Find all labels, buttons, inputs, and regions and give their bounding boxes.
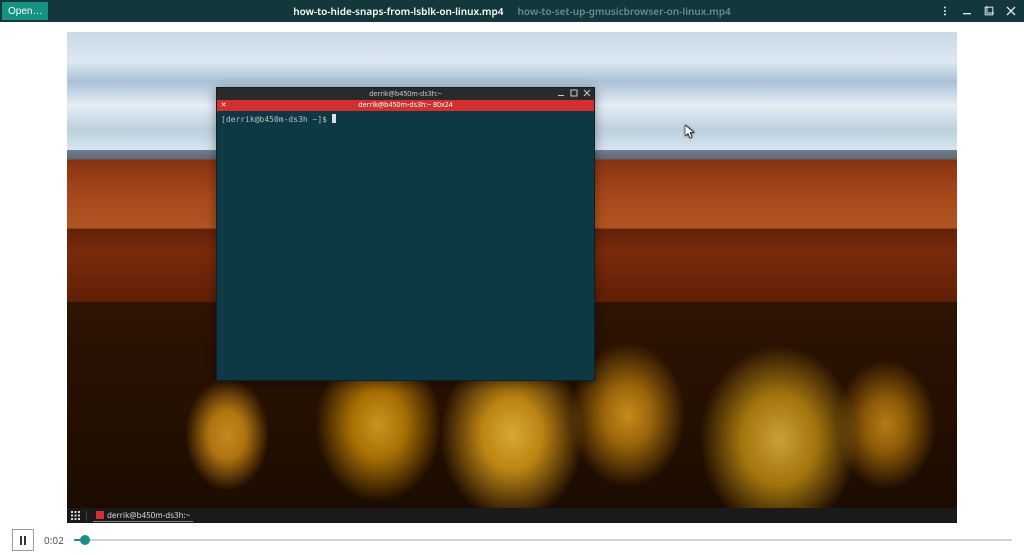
terminal-title: derrik@b450m-ds3h:~ — [369, 90, 442, 99]
terminal-close-icon[interactable] — [583, 89, 591, 97]
window-controls — [940, 6, 1024, 16]
terminal-prompt: [derrik@b450m-ds3h ~]$ — [221, 115, 332, 124]
terminal-cursor — [332, 114, 336, 123]
mouse-pointer-icon — [685, 122, 695, 136]
open-button[interactable]: Open… — [2, 2, 48, 20]
desktop-taskbar: derrik@b450m-ds3h:~ — [67, 508, 957, 523]
time-elapsed: 0:02 — [44, 533, 64, 547]
taskbar-app-terminal[interactable]: derrik@b450m-ds3h:~ — [93, 510, 193, 522]
terminal-minimize-icon[interactable] — [557, 89, 565, 97]
taskbar-divider — [86, 511, 87, 521]
video-frame: derrik@b450m-ds3h:~ ✕ derrik@b450m-ds3h:… — [67, 32, 957, 523]
video-stage[interactable]: derrik@b450m-ds3h:~ ✕ derrik@b450m-ds3h:… — [0, 22, 1024, 525]
terminal-titlebar: derrik@b450m-ds3h:~ — [217, 88, 594, 100]
terminal-window: derrik@b450m-ds3h:~ ✕ derrik@b450m-ds3h:… — [216, 87, 595, 381]
taskbar-terminal-icon — [96, 511, 104, 519]
playlist-tab-0[interactable]: how-to-hide-snaps-from-lsblk-on-linux.mp… — [293, 4, 503, 18]
terminal-tab-label: derrik@b450m-ds3h:~ 80x24 — [358, 101, 452, 110]
terminal-body[interactable]: [derrik@b450m-ds3h ~]$ — [217, 111, 594, 380]
taskbar-app-label: derrik@b450m-ds3h:~ — [107, 510, 190, 521]
kebab-menu-icon[interactable] — [940, 6, 950, 16]
terminal-maximize-icon[interactable] — [570, 89, 578, 97]
close-icon[interactable] — [1006, 6, 1016, 16]
seek-thumb[interactable] — [80, 535, 90, 545]
pause-button[interactable] — [12, 529, 34, 551]
terminal-tab-close-icon[interactable]: ✕ — [219, 101, 228, 110]
seek-track — [74, 539, 1012, 541]
player-controls: 0:02 — [0, 525, 1024, 555]
minimize-icon[interactable] — [962, 6, 972, 16]
app-titlebar: Open… how-to-hide-snaps-from-lsblk-on-li… — [0, 0, 1024, 22]
playlist-tab-1[interactable]: how-to-set-up-gmusicbrowser-on-linux.mp4 — [517, 4, 730, 18]
app-launcher-icon[interactable] — [71, 511, 80, 520]
tab-strip: how-to-hide-snaps-from-lsblk-on-linux.mp… — [293, 4, 731, 18]
maximize-icon[interactable] — [984, 6, 994, 16]
seek-bar[interactable] — [74, 538, 1012, 542]
pause-icon — [20, 536, 26, 545]
terminal-tabbar: ✕ derrik@b450m-ds3h:~ 80x24 — [217, 100, 594, 111]
open-button-label: Open… — [8, 6, 42, 17]
